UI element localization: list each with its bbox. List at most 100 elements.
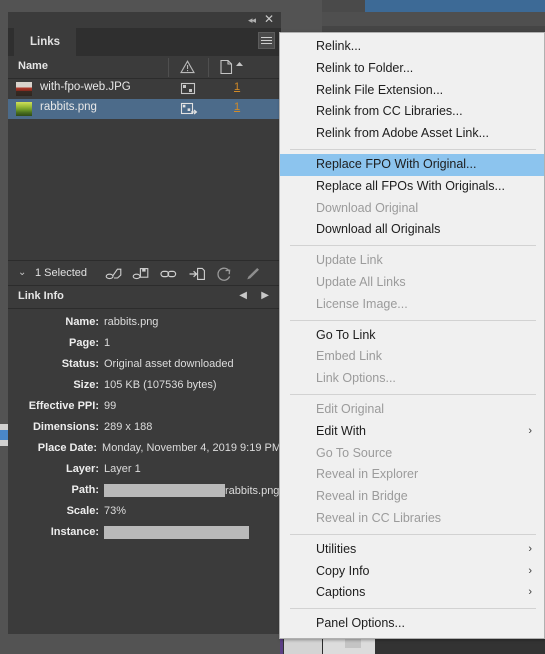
menu-item-panel-options[interactable]: Panel Options... xyxy=(280,613,544,635)
fpo-image-icon[interactable] xyxy=(180,81,196,101)
link-name-label: with-fpo-web.JPG xyxy=(40,81,131,93)
update-link-icon[interactable] xyxy=(188,265,206,283)
info-row: Dimensions: 289 x 188 xyxy=(8,421,281,442)
info-row: Effective PPI: 99 xyxy=(8,400,281,421)
links-panel-context-menu: Relink... Relink to Folder... Relink File … xyxy=(279,32,545,639)
submenu-arrow-icon: › xyxy=(528,564,532,577)
submenu-arrow-icon: › xyxy=(528,542,532,555)
relink-icon[interactable] xyxy=(105,265,123,283)
menu-separator xyxy=(290,319,536,321)
refresh-icon[interactable] xyxy=(215,265,233,283)
info-value: Monday, November 4, 2019 9:19 PM xyxy=(102,442,281,454)
redacted-instance-block xyxy=(104,526,249,539)
info-row: Path: rabbits.png xyxy=(8,484,281,505)
previous-link-icon[interactable]: ◀ xyxy=(239,290,247,301)
menu-item-edit-with[interactable]: Edit With › xyxy=(280,421,544,443)
menu-separator xyxy=(290,393,536,395)
link-thumbnail xyxy=(16,102,32,116)
chevron-down-icon[interactable]: ⌄ xyxy=(18,267,26,278)
bottom-swatch-accent xyxy=(345,638,361,648)
menu-item-reveal-in-bridge: Reveal in Bridge xyxy=(316,489,408,504)
info-label: Page: xyxy=(69,337,99,349)
info-value: 289 x 188 xyxy=(104,421,153,433)
menu-item-relink-to-folder[interactable]: Relink to Folder... xyxy=(280,58,544,80)
info-value: rabbits.png xyxy=(104,316,159,328)
panel-menu-button[interactable] xyxy=(258,32,275,49)
menu-item-go-to-source: Go To Source xyxy=(316,445,393,460)
info-label: Place Date: xyxy=(37,442,98,454)
menu-separator xyxy=(290,148,536,150)
menu-item-utilities[interactable]: Utilities › xyxy=(280,539,544,561)
layers-panel-body xyxy=(322,12,545,26)
table-row[interactable]: with-fpo-web.JPG 1 xyxy=(8,79,281,99)
table-row[interactable]: rabbits.png 1 xyxy=(8,99,281,119)
info-row: Status: Original asset downloaded xyxy=(8,358,281,379)
menu-item-link-options: Link Options... xyxy=(316,371,396,386)
menu-item-relink-from-cc-libraries[interactable]: Relink from CC Libraries... xyxy=(280,101,544,123)
redacted-path-block xyxy=(104,484,225,497)
info-row: Instance: xyxy=(8,526,281,547)
menu-item-reveal-in-cc-libraries: Reveal in CC Libraries xyxy=(316,510,442,525)
layers-panel-selected-row[interactable]: › Layer 1 xyxy=(365,0,545,12)
info-row: Name: rabbits.png xyxy=(8,316,281,337)
links-list: with-fpo-web.JPG 1 rabbits.png 1 xyxy=(8,79,281,260)
menu-item-captions[interactable]: Captions › xyxy=(280,582,544,604)
info-row: Layer: Layer 1 xyxy=(8,463,281,484)
link-page-number[interactable]: 1 xyxy=(234,101,240,113)
menu-item-edit-original: Edit Original xyxy=(316,401,385,416)
menu-item-copy-info[interactable]: Copy Info › xyxy=(280,561,544,583)
info-label: Dimensions: xyxy=(32,421,99,433)
menu-item-embed-link: Embed Link xyxy=(316,349,383,364)
column-divider-2 xyxy=(208,58,209,77)
tab-links-label: Links xyxy=(30,36,61,48)
menu-item-relink-file-extension[interactable]: Relink File Extension... xyxy=(280,80,544,102)
info-value-instance xyxy=(104,526,249,539)
menu-item-replace-fpo-with-original[interactable]: Replace FPO With Original... xyxy=(280,153,544,176)
close-icon[interactable]: ✕ xyxy=(264,12,274,26)
menu-item-relink[interactable]: Relink... xyxy=(280,36,544,58)
tab-links[interactable]: Links xyxy=(14,28,77,56)
collapse-panel-icon[interactable]: ◂◂ xyxy=(248,14,256,26)
links-panel-tabrow: Links xyxy=(8,28,281,56)
links-column-header: Name xyxy=(8,56,281,79)
link-page-number[interactable]: 1 xyxy=(234,81,240,93)
menu-item-replace-all-fpos-with-originals[interactable]: Replace all FPOs With Originals... xyxy=(280,176,544,198)
info-label: Layer: xyxy=(65,463,99,475)
submenu-arrow-icon: › xyxy=(528,424,532,437)
menu-separator xyxy=(290,608,536,610)
info-label: Path: xyxy=(71,484,100,496)
next-link-icon[interactable]: ▶ xyxy=(261,290,269,301)
column-header-name[interactable]: Name xyxy=(18,60,48,72)
info-value: 105 KB (107536 bytes) xyxy=(104,379,217,391)
info-label: Name: xyxy=(65,316,99,328)
links-panel: ◂◂ ✕ Links Name with-fpo-web.JPG 1 rabbi… xyxy=(8,12,281,634)
relink-to-folder-icon[interactable] xyxy=(132,265,150,283)
info-row: Place Date: Monday, November 4, 2019 9:1… xyxy=(8,442,281,463)
menu-item-license-image: License Image... xyxy=(316,296,408,311)
links-panel-titlebar: ◂◂ ✕ xyxy=(8,12,281,28)
menu-item-reveal-in-explorer: Reveal in Explorer xyxy=(316,467,419,482)
column-divider-1 xyxy=(168,58,169,77)
info-value: 99 xyxy=(104,400,117,412)
edit-original-icon[interactable] xyxy=(244,265,262,283)
warning-triangle-icon[interactable] xyxy=(180,60,195,79)
info-row: Page: 1 xyxy=(8,337,281,358)
page-icon[interactable] xyxy=(219,59,245,80)
menu-item-download-all-originals[interactable]: Download all Originals xyxy=(280,219,544,241)
screen-root: › Layer 1 ◂◂ ✕ Links Name xyxy=(0,0,545,654)
go-to-link-icon[interactable] xyxy=(159,265,177,283)
links-toolbar: ⌄ 1 Selected xyxy=(8,260,281,286)
info-label: Size: xyxy=(73,379,99,391)
info-label: Scale: xyxy=(66,505,99,517)
path-filename: rabbits.png xyxy=(225,484,280,497)
menu-item-relink-from-adobe-asset-link[interactable]: Relink from Adobe Asset Link... xyxy=(280,123,544,145)
info-value: Original asset downloaded xyxy=(104,358,234,370)
link-info-fields: Name: rabbits.png Page: 1 Status: Origin… xyxy=(8,309,281,547)
info-label: Instance: xyxy=(50,526,99,538)
link-name-label: rabbits.png xyxy=(40,101,97,113)
menu-item-go-to-link[interactable]: Go To Link xyxy=(280,325,544,347)
info-row: Size: 105 KB (107536 bytes) xyxy=(8,379,281,400)
fpo-replaced-icon[interactable] xyxy=(180,101,198,121)
menu-separator xyxy=(290,533,536,535)
info-value: 1 xyxy=(104,337,111,349)
